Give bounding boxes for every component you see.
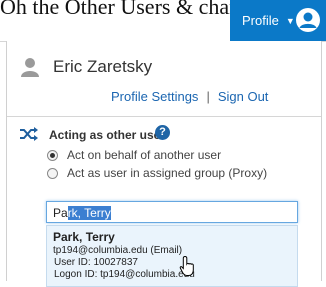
search-result-item[interactable]: Park, Terry tp194@columbia.edu (Email) U… — [46, 225, 298, 287]
link-separator: | — [206, 89, 210, 104]
radio-option-act-on-behalf[interactable]: Act on behalf of another user — [47, 148, 221, 162]
user-avatar-icon — [296, 8, 320, 32]
sign-out-link[interactable]: Sign Out — [218, 89, 269, 104]
radio-button-selected[interactable] — [47, 149, 58, 161]
top-bar: Oh the Other Users & change app settings… — [0, 0, 326, 42]
search-typed-text: Pa — [53, 206, 68, 220]
radio-option-proxy[interactable]: Act as user in assigned group (Proxy) — [47, 166, 267, 180]
help-icon[interactable]: ? — [155, 125, 170, 140]
section-divider — [7, 116, 321, 117]
profile-menu-label: Profile — [242, 13, 279, 28]
result-email: tp194@columbia.edu (Email) — [53, 245, 183, 256]
top-bar-partial-text: Oh the Other Users & change app settings — [0, 0, 230, 19]
hand-pointer-icon — [179, 255, 194, 276]
profile-dropdown-panel: Eric Zaretsky Profile Settings | Sign Out … — [6, 41, 322, 287]
shuffle-icon — [20, 127, 38, 141]
acting-as-other-user-title: Acting as other user — [49, 128, 166, 142]
search-selected-text: rk, Terry — [67, 206, 111, 220]
radio-option-label: Act as user in assigned group (Proxy) — [67, 166, 268, 180]
result-name: Park, Terry — [53, 230, 115, 244]
chevron-down-icon: ▼ — [285, 15, 295, 26]
result-logon-id: Logon ID: tp194@columbia.edu — [54, 269, 195, 280]
profile-menu-button[interactable]: Profile ▼ — [230, 0, 326, 41]
user-name: Eric Zaretsky — [53, 57, 153, 76]
radio-option-label: Act on behalf of another user — [67, 148, 222, 162]
user-search-input[interactable]: Park, Terry — [46, 201, 298, 223]
profile-settings-link[interactable]: Profile Settings — [111, 89, 198, 104]
radio-button-unselected[interactable] — [47, 167, 58, 179]
user-icon — [21, 58, 39, 77]
result-user-id: User ID: 10027837 — [54, 257, 138, 268]
profile-links: Profile Settings | Sign Out — [111, 89, 268, 104]
